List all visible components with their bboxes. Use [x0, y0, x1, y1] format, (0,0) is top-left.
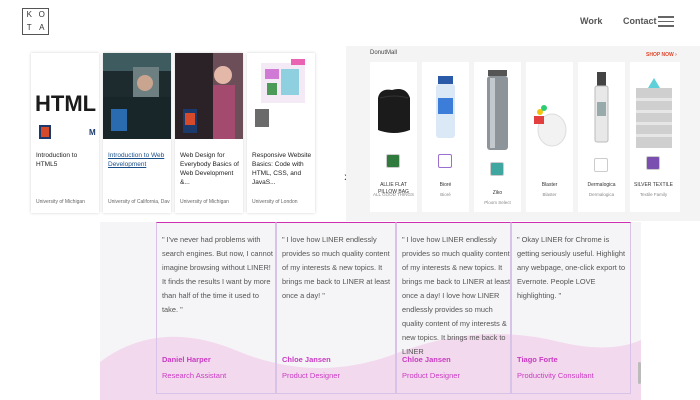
testimonial-role: Product Designer — [402, 371, 460, 380]
course-card[interactable]: Web Design for Everybody Basics of Web D… — [175, 53, 243, 213]
product-image — [594, 72, 609, 143]
product-name: Bioré — [439, 182, 452, 188]
hamburger-menu-icon[interactable] — [658, 16, 674, 28]
product-card[interactable]: Ziko Ploom Select — [474, 62, 521, 212]
product-name: Dermalogica — [587, 182, 616, 188]
product-brand: Dermalogica — [588, 192, 615, 197]
product-image — [534, 105, 567, 147]
course-thumbnail — [175, 53, 243, 139]
product-brand: Bioré — [440, 192, 451, 197]
testimonial-card: " I love how LINER endlessly provides so… — [276, 222, 396, 394]
product-brand: Blaster — [542, 192, 557, 197]
brand-badge — [438, 154, 452, 168]
course-thumbnail — [103, 53, 171, 139]
course-title-link[interactable]: Introduction to Web Development — [108, 151, 170, 169]
product-image — [378, 89, 410, 133]
svg-text:HTML: HTML — [35, 91, 96, 116]
nav-contact-link[interactable]: Contact — [623, 16, 657, 26]
course-university: University of California, Davis — [108, 199, 170, 205]
logo-letter: A — [39, 22, 45, 32]
course-card[interactable]: Introduction to Web Development Universi… — [103, 53, 171, 213]
product-card[interactable]: Blaster Blaster — [526, 62, 573, 212]
product-brand: Textile Family — [639, 192, 668, 197]
testimonial-card: " I've never had problems with search en… — [156, 222, 276, 394]
testimonials-section: " I've never had problems with search en… — [100, 222, 641, 400]
logo-letter: K — [26, 10, 32, 19]
course-card[interactable]: HTML M Introduction to HTML5 University … — [31, 53, 99, 213]
nav-work-link[interactable]: Work — [580, 16, 602, 26]
course-university: University of Michigan — [180, 199, 229, 205]
course-title[interactable]: Introduction to HTML5 — [36, 151, 98, 169]
brand-badge — [594, 158, 608, 172]
testimonial-author: Chloe Jansen — [282, 355, 331, 364]
products-panel: DonutMall SHOP NOW › ALLIE FLAT PILLOW B… — [346, 46, 700, 221]
testimonial-author: Daniel Harper — [162, 355, 211, 364]
brand-badge — [490, 162, 504, 176]
testimonial-quote: " I love how LINER endlessly provides so… — [282, 235, 391, 300]
testimonial-quote: " Okay LINER for Chrome is getting serio… — [517, 235, 626, 300]
page: K O T A Work Contact HTML M Introduction… — [0, 0, 700, 400]
testimonials-scrollbar[interactable] — [638, 362, 641, 384]
testimonial-card: " I love how LINER endlessly provides so… — [396, 222, 511, 394]
product-card[interactable]: ALLIE FLAT PILLOW BAG ALL GOOD THINGS — [370, 62, 417, 212]
product-image — [636, 78, 672, 148]
site-header: K O T A Work Contact — [0, 0, 700, 46]
product-name: Blaster — [541, 182, 558, 188]
testimonial-author: Chloe Jansen — [402, 355, 451, 364]
testimonial-role: Product Designer — [282, 371, 340, 380]
product-brand: Ploom Select — [484, 200, 511, 205]
shop-now-link[interactable]: SHOP NOW › — [646, 52, 677, 58]
brand-badge — [646, 156, 660, 170]
testimonial-quote: " I love how LINER endlessly provides so… — [402, 235, 511, 356]
kota-logo[interactable]: K O T A — [22, 8, 49, 35]
logo-letter: O — [38, 10, 45, 19]
course-title[interactable]: Responsive Website Basics: Code with HTM… — [252, 151, 314, 187]
course-title[interactable]: Web Design for Everybody Basics of Web D… — [180, 151, 242, 187]
product-name: Ziko — [492, 190, 503, 196]
course-carousel: HTML M Introduction to HTML5 University … — [28, 46, 349, 221]
course-thumbnail: HTML M — [31, 53, 99, 139]
product-image — [436, 76, 455, 138]
course-thumbnail — [247, 53, 315, 139]
logo-letter: T — [26, 22, 32, 32]
product-card[interactable]: Bioré Bioré — [422, 62, 469, 212]
course-card[interactable]: Responsive Website Basics: Code with HTM… — [247, 53, 315, 213]
svg-text:M: M — [89, 128, 96, 137]
store-name: DonutMall — [370, 50, 398, 56]
product-card[interactable]: SILVER TEXTILE Textile Family — [630, 62, 680, 212]
testimonial-quote: " I've never had problems with search en… — [162, 235, 273, 314]
testimonial-role: Productivity Consultant — [517, 371, 594, 380]
product-image — [487, 70, 508, 150]
testimonial-author: Tiago Forte — [517, 355, 558, 364]
product-brand: ALL GOOD THINGS — [372, 192, 414, 197]
product-name: SILVER TEXTILE — [634, 182, 673, 188]
product-card[interactable]: Dermalogica Dermalogica — [578, 62, 625, 212]
course-university: University of Michigan — [36, 199, 85, 205]
testimonial-card: " Okay LINER for Chrome is getting serio… — [511, 222, 631, 394]
brand-badge — [386, 154, 400, 168]
course-university: University of London — [252, 199, 298, 205]
testimonial-role: Research Assistant — [162, 371, 227, 380]
